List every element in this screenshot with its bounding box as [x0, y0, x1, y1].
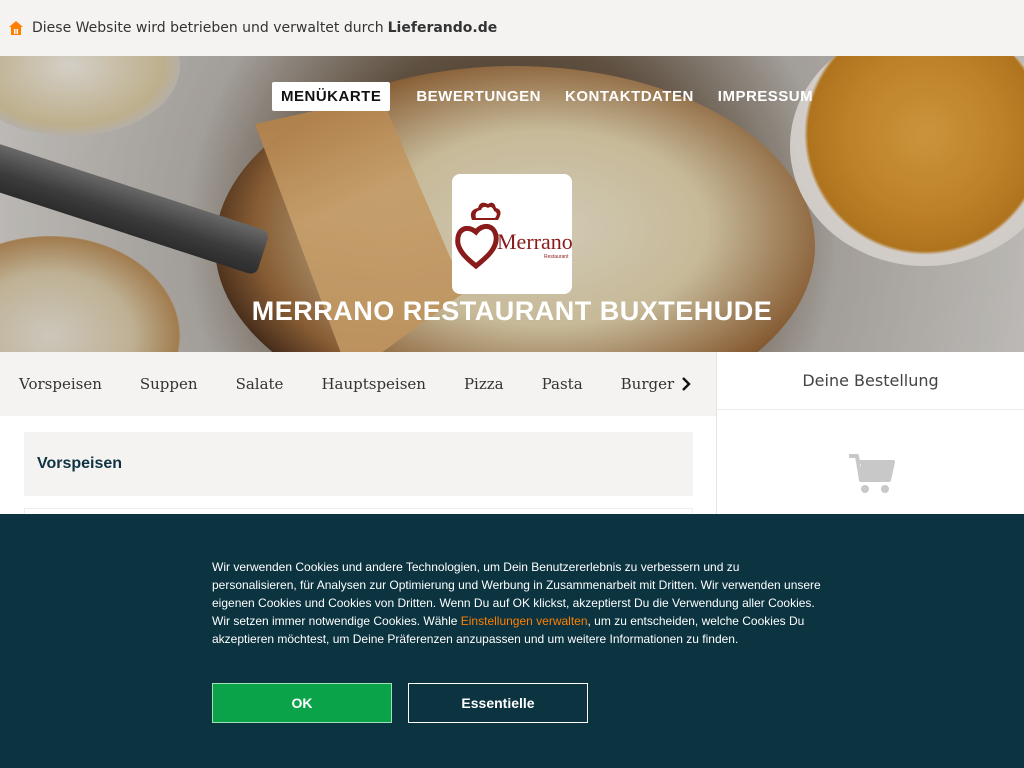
cart-icon [849, 454, 895, 493]
category-pizza[interactable]: Pizza [464, 375, 504, 393]
category-burger[interactable]: Burger [621, 375, 675, 393]
house-icon [9, 21, 23, 35]
ok-button[interactable]: OK [212, 683, 392, 723]
category-suppen[interactable]: Suppen [140, 375, 198, 393]
category-pasta[interactable]: Pasta [542, 375, 583, 393]
category-vorspeisen[interactable]: Vorspeisen [19, 375, 102, 393]
hero-banner: MENÜKARTE BEWERTUNGEN KONTAKTDATEN IMPRE… [0, 56, 1024, 352]
merrano-logo-image: Merrano Restaurant [455, 202, 572, 270]
nav-menukarte[interactable]: MENÜKARTE [272, 82, 391, 111]
cookie-text: Wir verwenden Cookies und andere Technol… [212, 558, 822, 648]
nav-bewertungen[interactable]: BEWERTUNGEN [404, 82, 553, 111]
logo-wordmark: Merrano [497, 229, 572, 254]
nav-impressum[interactable]: IMPRESSUM [706, 82, 825, 111]
cookie-banner: Wir verwenden Cookies und andere Technol… [0, 514, 1024, 768]
category-bar: Vorspeisen Suppen Salate Hauptspeisen Pi… [0, 352, 716, 416]
restaurant-title: MERRANO RESTAURANT BUXTEHUDE [251, 296, 773, 326]
nav-kontaktdaten[interactable]: KONTAKTDATEN [553, 82, 706, 111]
notice-brand-link[interactable]: Lieferando.de [388, 20, 498, 36]
category-salate[interactable]: Salate [236, 375, 284, 393]
manage-settings-link[interactable]: Einstellungen verwalten [461, 614, 588, 628]
order-title: Deine Bestellung [717, 352, 1024, 410]
notice-text: Diese Website wird betrieben und verwalt… [32, 20, 384, 36]
chevron-right-icon[interactable] [676, 374, 696, 394]
restaurant-logo: Merrano Restaurant [452, 174, 572, 294]
operator-notice-bar: Diese Website wird betrieben und verwalt… [0, 0, 1024, 56]
logo-subtext: Restaurant [544, 254, 569, 260]
section-title-vorspeisen: Vorspeisen [24, 432, 693, 496]
essential-cookies-button[interactable]: Essentielle [408, 683, 588, 723]
category-hauptspeisen[interactable]: Hauptspeisen [321, 375, 426, 393]
main-nav: MENÜKARTE BEWERTUNGEN KONTAKTDATEN IMPRE… [272, 82, 825, 111]
